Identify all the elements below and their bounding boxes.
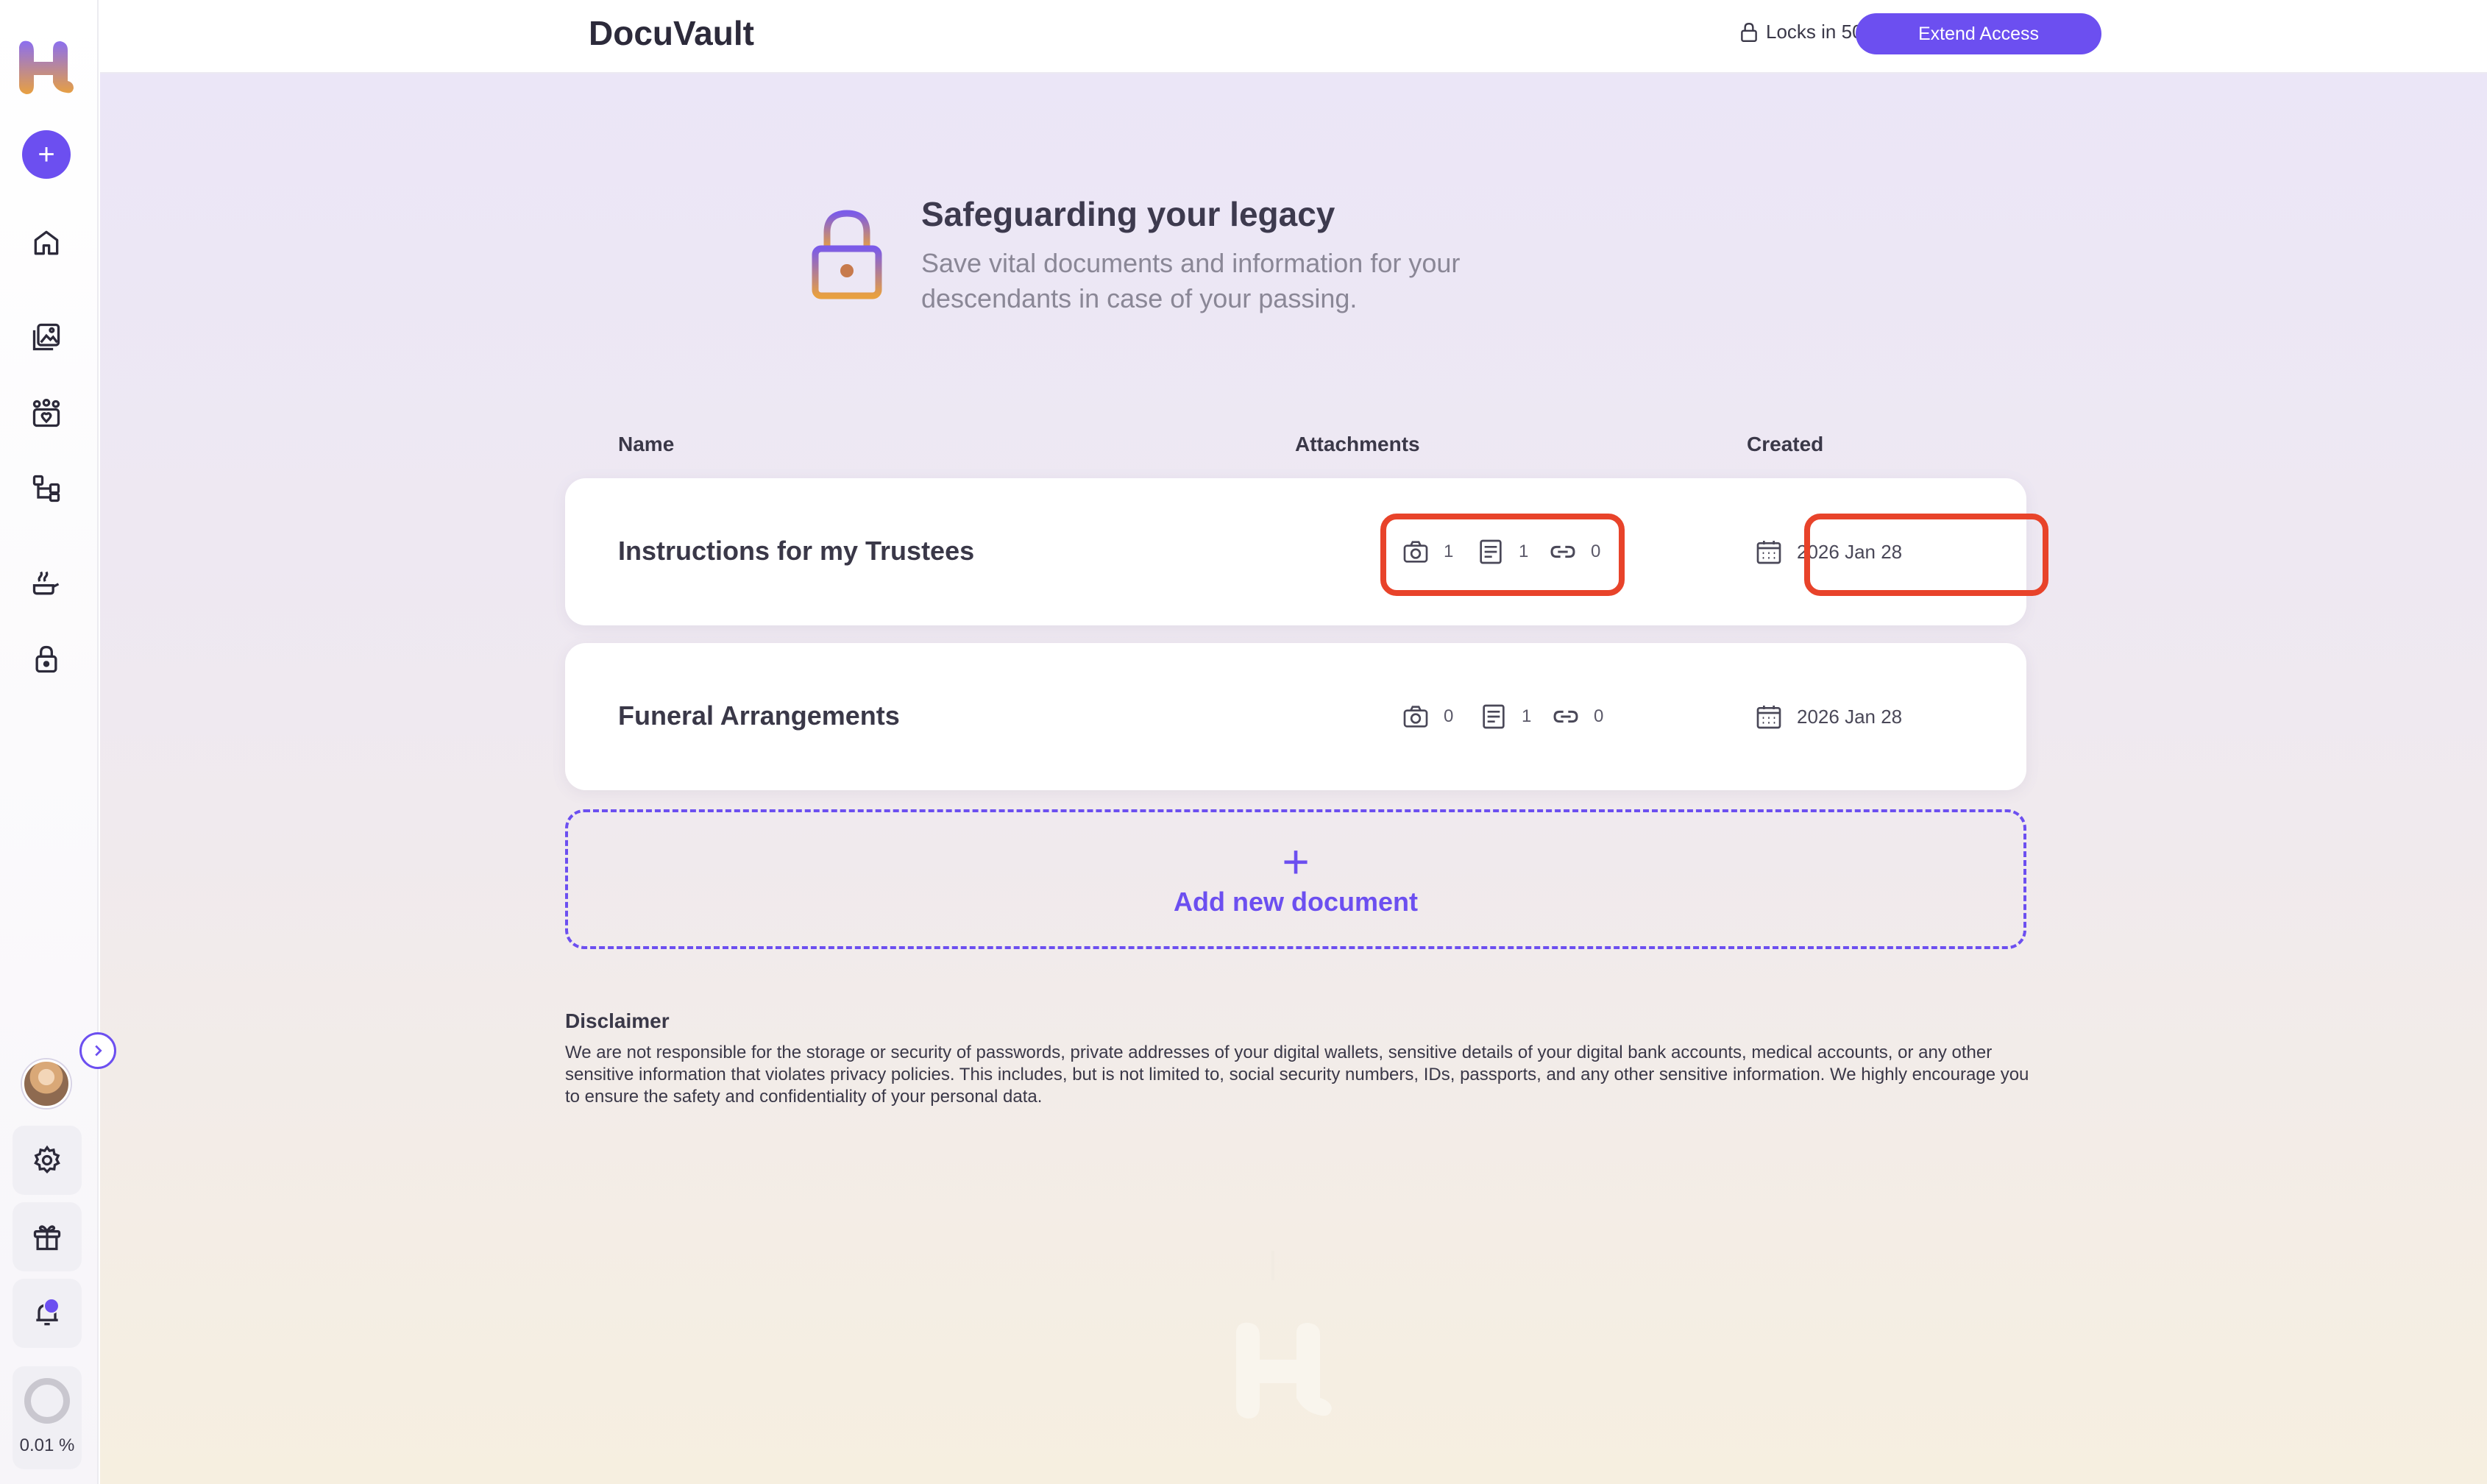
expand-sidebar-button[interactable]: [79, 1032, 116, 1069]
hero-subtitle: Save vital documents and information for…: [921, 248, 1461, 313]
family-icon[interactable]: [27, 394, 65, 433]
link-icon: [1553, 710, 1578, 723]
watermark-logo: [1236, 1251, 1332, 1419]
document-name: Instructions for my Trustees: [618, 536, 975, 566]
gift-button[interactable]: [13, 1202, 82, 1271]
top-header: DocuVault Locks in 50 seconds Extend Acc…: [100, 0, 2487, 74]
note-count: 1: [1479, 702, 1531, 731]
created-date: 2026 Jan 28: [1754, 702, 1902, 731]
disclaimer-title: Disclaimer: [565, 1009, 670, 1032]
home-icon[interactable]: [27, 224, 65, 262]
tree-icon[interactable]: [27, 469, 65, 508]
storage-ring: [24, 1378, 70, 1424]
gift-icon: [33, 1225, 61, 1251]
storage-percent: 0.01 %: [19, 1435, 75, 1455]
calendar-icon: [1756, 541, 1781, 564]
sidebar: + 0.01 %: [0, 0, 99, 1484]
document-row[interactable]: Instructions for my Trustees 1 1 0 2026 …: [565, 478, 2048, 625]
camera-icon: [1403, 706, 1428, 728]
hero-lock-icon: [812, 210, 882, 299]
plus-icon: +: [1282, 835, 1310, 888]
attachments-highlight: [1380, 514, 1625, 596]
plus-icon: +: [38, 138, 55, 171]
column-header-name: Name: [618, 433, 675, 455]
settings-button[interactable]: [13, 1126, 82, 1195]
add-new-document-button[interactable]: + Add new document: [565, 809, 2026, 949]
gallery-icon[interactable]: [27, 318, 65, 356]
lock-icon[interactable]: [27, 640, 65, 678]
column-header-created: Created: [1747, 433, 1824, 455]
hero-title: Safeguarding your legacy: [921, 195, 1335, 233]
column-header-attachments: Attachments: [1295, 433, 1420, 455]
created-date-value: 2026 Jan 28: [1797, 705, 1903, 728]
add-new-document-label: Add new document: [1174, 887, 1418, 917]
app-logo[interactable]: [15, 37, 77, 97]
note-count-value: 1: [1522, 706, 1532, 726]
page-title: DocuVault: [589, 14, 754, 52]
avatar[interactable]: [22, 1059, 71, 1108]
link-count: 0: [1551, 702, 1603, 731]
note-icon: [1483, 704, 1505, 729]
document-name: Funeral Arrangements: [618, 700, 900, 731]
photo-count: 0: [1401, 702, 1453, 731]
chevron-right-icon: [95, 1045, 102, 1057]
photo-count-value: 0: [1444, 706, 1454, 726]
extend-access-button[interactable]: Extend Access: [1856, 13, 2101, 54]
document-row[interactable]: Funeral Arrangements 0 1 0 2026 Jan 28: [565, 643, 2026, 790]
notifications-button[interactable]: [13, 1279, 82, 1348]
disclaimer-text: We are not responsible for the storage o…: [565, 1043, 2029, 1107]
link-count-value: 0: [1594, 706, 1604, 726]
lock-icon: [1741, 22, 1757, 42]
created-highlight: [1804, 514, 2048, 596]
notification-dot: [43, 1298, 60, 1314]
main-content: Safeguarding your legacy Save vital docu…: [100, 74, 2487, 1484]
settings-icon: [34, 1145, 60, 1174]
calendar-icon: [1756, 706, 1781, 729]
cooking-icon[interactable]: [27, 564, 65, 602]
storage-usage[interactable]: 0.01 %: [13, 1366, 82, 1469]
add-new-button[interactable]: +: [22, 130, 71, 179]
